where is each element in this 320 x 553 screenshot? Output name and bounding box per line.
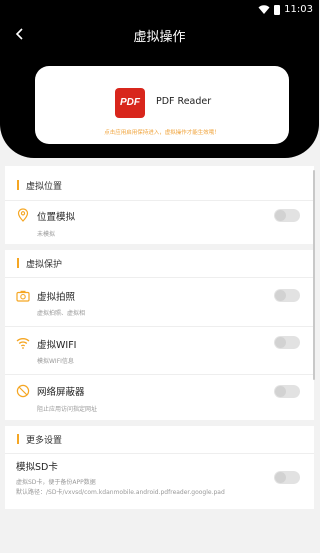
section-title: 虚拟保护 [26,259,63,270]
row-virtual-wifi[interactable]: 虚拟WIFI 模拟WIFI信息 [5,328,314,372]
net-blocker-toggle[interactable] [274,385,300,398]
row-virtual-sd[interactable]: 模拟SD卡 虚拟SD卡，便于备份APP数据 默认路径：/SD卡/vxvsd/co… [5,455,314,505]
page-title: 虚拟操作 [133,30,186,45]
row-title: 位置模拟 [37,212,76,223]
virtual-camera-toggle[interactable] [274,289,300,302]
row-title: 网络屏蔽器 [37,387,85,398]
section-title: 更多设置 [26,435,63,446]
divider [5,374,314,375]
row-virtual-camera[interactable]: 虚拟拍照 虚拟拍照、虚拟相 [5,280,314,324]
battery-icon [274,4,281,15]
row-title: 虚拟WIFI [37,340,77,351]
virtual-sd-toggle[interactable] [274,471,300,484]
row-subtitle: 虚拟SD卡，便于备份APP数据 [16,479,96,486]
section-header-location: 虚拟位置 [5,172,314,198]
row-subtitle: 未模拟 [37,231,56,238]
app-hint: 点击应用启用保持进入，虚拟操作才能生效哦！ [104,130,220,136]
section-header-protection: 虚拟保护 [5,250,314,276]
divider [5,453,314,454]
camera-icon [16,290,30,302]
divider [5,200,314,201]
status-time: 11:03 [284,4,313,15]
status-bar: 11:03 [0,0,319,20]
status-icons: 11:03 [258,4,313,15]
row-subtitle-path: 默认路径：/SD卡/vxvsd/com.kdanmobile.android.p… [16,489,225,496]
row-subtitle: 模拟WIFI信息 [37,358,74,365]
divider [5,326,314,327]
location-pin-icon [17,208,29,222]
block-icon [16,384,30,398]
row-net-blocker[interactable]: 网络屏蔽器 阻止应用访问指定网址 [5,376,314,420]
row-title: 模拟SD卡 [16,462,58,473]
app-card[interactable]: PDF PDF Reader 点击应用启用保持进入，虚拟操作才能生效哦！ [35,66,289,144]
section-accent-bar [17,434,19,444]
wifi-icon [258,4,270,14]
section-header-more: 更多设置 [5,426,314,452]
row-subtitle: 虚拟拍照、虚拟相 [37,310,86,317]
row-title: 虚拟拍照 [37,292,76,303]
wifi-icon [16,338,30,349]
row-subtitle: 阻止应用访问指定网址 [37,406,98,413]
section-accent-bar [17,258,19,268]
location-sim-toggle[interactable] [274,209,300,222]
section-accent-bar [17,180,19,190]
app-name: PDF Reader [156,96,212,107]
scrollbar[interactable] [313,170,315,380]
section-title: 虚拟位置 [26,181,63,192]
pdf-app-icon: PDF [115,88,145,118]
divider [5,277,314,278]
row-location-sim[interactable]: 位置模拟 未模拟 [5,202,314,242]
settings-panel: 虚拟位置 位置模拟 未模拟 虚拟保护 虚拟拍照 虚拟拍照、虚拟相 虚拟WIFI … [5,166,314,509]
virtual-wifi-toggle[interactable] [274,336,300,349]
